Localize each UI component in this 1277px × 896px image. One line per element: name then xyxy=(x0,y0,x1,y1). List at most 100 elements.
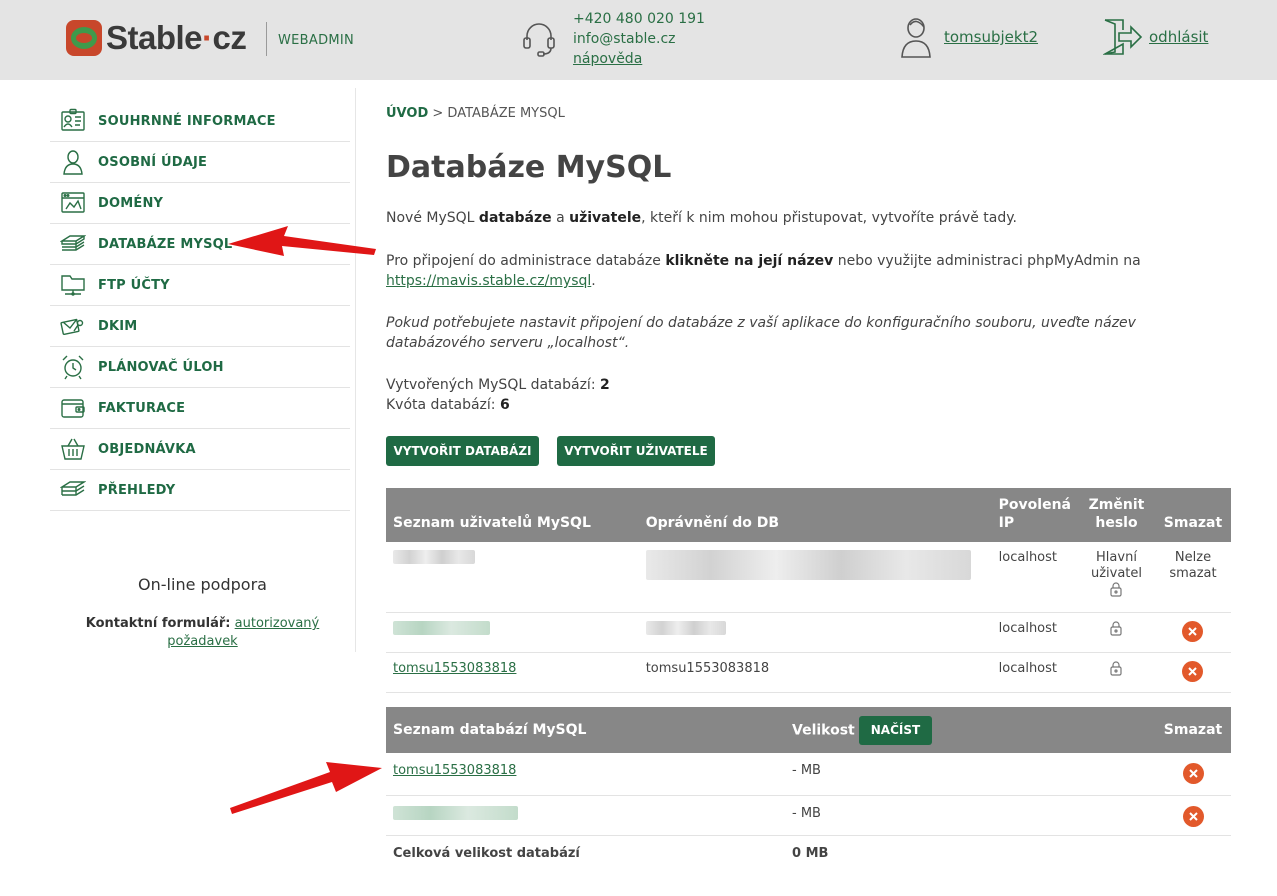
sidebar-item-personal[interactable]: OSOBNÍ ÚDAJE xyxy=(50,142,350,183)
user-rights xyxy=(638,542,992,613)
change-password-cell xyxy=(1078,612,1155,653)
headset-icon xyxy=(523,23,555,57)
annotation-arrow-sidebar xyxy=(228,226,376,256)
table-row: tomsu1553083818 tomsu1553083818 localhos… xyxy=(386,652,1231,693)
col-header-size: Velikost NAČÍST xyxy=(785,707,1155,753)
database-size: - MB xyxy=(785,795,1155,836)
phpmyadmin-link[interactable]: https://mavis.stable.cz/mysql xyxy=(386,273,591,289)
annotation-arrow-database xyxy=(230,762,382,814)
db-quota: 6 xyxy=(499,397,510,413)
db-stats: Vytvořených MySQL databází: 2 Kvóta data… xyxy=(386,377,610,413)
support-title: On-line podpora xyxy=(138,575,267,594)
sidebar-item-label: DOMÉNY xyxy=(98,195,164,211)
connect-text: Pro připojení do administrace databáze k… xyxy=(386,253,1141,289)
sidebar-item-label: FAKTURACE xyxy=(98,400,186,416)
layers-icon xyxy=(60,477,86,503)
table-row: - MB xyxy=(386,795,1231,836)
create-user-button[interactable]: VYTVOŘIT UŽIVATELE xyxy=(557,436,715,466)
redacted-rights xyxy=(645,550,971,580)
database-name: tomsu1553083818 xyxy=(386,753,785,796)
delete-icon[interactable] xyxy=(1182,620,1204,642)
table-row: localhost xyxy=(386,612,1231,653)
col-header-database: Seznam databází MySQL xyxy=(386,707,785,753)
total-label: Celková velikost databází xyxy=(393,845,580,861)
table-header-row: Seznam databází MySQL Velikost NAČÍST Sma… xyxy=(386,707,1231,753)
table-row: localhost Hlavní uživatel Nelze smazat xyxy=(386,542,1231,613)
sidebar-item-scheduler[interactable]: PLÁNOVAČ ÚLOH xyxy=(50,347,350,388)
create-database-button[interactable]: VYTVOŘIT DATABÁZI xyxy=(386,436,539,466)
logout-icon xyxy=(1103,19,1143,55)
sidebar-item-label: OBJEDNÁVKA xyxy=(98,441,196,457)
delete-icon[interactable] xyxy=(1182,805,1204,827)
person-icon xyxy=(60,149,86,175)
user-name xyxy=(386,612,639,653)
delete-cell: Nelze smazat xyxy=(1154,542,1231,613)
sidebar-item-dkim[interactable]: DKIM xyxy=(50,306,350,347)
mail-key-icon xyxy=(60,313,86,339)
sidebar-item-label: DATABÁZE MYSQL xyxy=(98,236,233,252)
wallet-icon xyxy=(60,395,86,421)
logo-divider xyxy=(266,22,267,56)
lock-icon[interactable] xyxy=(1110,660,1123,676)
user-rights xyxy=(638,612,992,653)
username-link[interactable]: tomsubjekt2 xyxy=(944,28,1038,46)
id-card-icon xyxy=(60,108,86,134)
change-password-cell xyxy=(1078,652,1155,693)
stable-logo[interactable]: Stable·cz xyxy=(66,18,247,58)
col-header-delete: Smazat xyxy=(1155,707,1231,753)
delete-cell xyxy=(1155,795,1231,836)
delete-icon[interactable] xyxy=(1182,660,1204,682)
user-name xyxy=(386,542,639,613)
mysql-users-table: Seznam uživatelů MySQL Oprávnění do DB P… xyxy=(386,488,1231,693)
table-row: tomsu1553083818 - MB xyxy=(386,753,1231,796)
section-label: WEBADMIN xyxy=(278,33,355,48)
user-rights: tomsu1553083818 xyxy=(638,652,992,693)
sidebar-item-label: FTP ÚČTY xyxy=(98,277,170,293)
total-size: 0 MB xyxy=(792,845,829,861)
sidebar-item-label: PLÁNOVAČ ÚLOH xyxy=(98,359,224,375)
redacted-username[interactable] xyxy=(393,620,490,635)
delete-cell xyxy=(1154,652,1231,693)
browser-icon xyxy=(60,190,86,216)
db-count: 2 xyxy=(600,377,610,393)
table-header-row: Seznam uživatelů MySQL Oprávnění do DB P… xyxy=(386,488,1231,542)
email-address[interactable]: info@stable.cz xyxy=(573,29,705,49)
alarm-clock-icon xyxy=(60,354,86,380)
logout-link[interactable]: odhlásit xyxy=(1149,28,1208,46)
sidebar-item-label: DKIM xyxy=(98,318,138,334)
basket-icon xyxy=(60,436,86,462)
localhost-note: Pokud potřebujete nastavit připojení do … xyxy=(386,315,1136,351)
sidebar-item-domains[interactable]: DOMÉNY xyxy=(50,183,350,224)
delete-icon[interactable] xyxy=(1182,763,1204,784)
load-size-button[interactable]: NAČÍST xyxy=(858,715,933,745)
redacted-username xyxy=(393,550,475,564)
user-name: tomsu1553083818 xyxy=(386,652,639,693)
total-row: Celková velikost databází 0 MB xyxy=(386,835,1231,871)
user-ip: localhost xyxy=(991,542,1078,613)
contact-info: +420 480 020 191 info@stable.cz nápověda xyxy=(573,9,705,69)
sidebar-item-label: OSOBNÍ ÚDAJE xyxy=(98,154,208,170)
sidebar-nav: SOUHRNNÉ INFORMACE OSOBNÍ ÚDAJE DOMÉNY D… xyxy=(50,101,350,511)
database-icon xyxy=(60,231,86,257)
sidebar-item-overview[interactable]: PŘEHLEDY xyxy=(50,470,350,511)
breadcrumb-home-link[interactable]: ÚVOD xyxy=(386,106,428,121)
intro-text: Nové MySQL databáze a uživatele, kteří k… xyxy=(386,210,1017,226)
delete-cell xyxy=(1155,753,1231,796)
breadcrumb: ÚVOD > DATABÁZE MYSQL xyxy=(386,106,565,121)
help-link[interactable]: nápověda xyxy=(573,49,705,69)
user-icon xyxy=(901,18,931,58)
col-header-user: Seznam uživatelů MySQL xyxy=(386,488,639,542)
lock-icon[interactable] xyxy=(1110,620,1123,636)
delete-cell xyxy=(1154,612,1231,653)
user-link[interactable]: tomsu1553083818 xyxy=(393,661,516,676)
sidebar-item-label: PŘEHLEDY xyxy=(98,482,176,498)
sidebar-item-order[interactable]: OBJEDNÁVKA xyxy=(50,429,350,470)
sidebar-item-summary[interactable]: SOUHRNNÉ INFORMACE xyxy=(50,101,350,142)
database-name xyxy=(386,795,785,836)
sidebar-item-label: SOUHRNNÉ INFORMACE xyxy=(98,113,276,129)
database-size: - MB xyxy=(785,753,1155,796)
mysql-databases-table: Seznam databází MySQL Velikost NAČÍST Sma… xyxy=(386,707,1231,871)
redacted-database-link[interactable] xyxy=(393,805,518,820)
sidebar-item-billing[interactable]: FAKTURACE xyxy=(50,388,350,429)
database-link[interactable]: tomsu1553083818 xyxy=(393,763,516,778)
